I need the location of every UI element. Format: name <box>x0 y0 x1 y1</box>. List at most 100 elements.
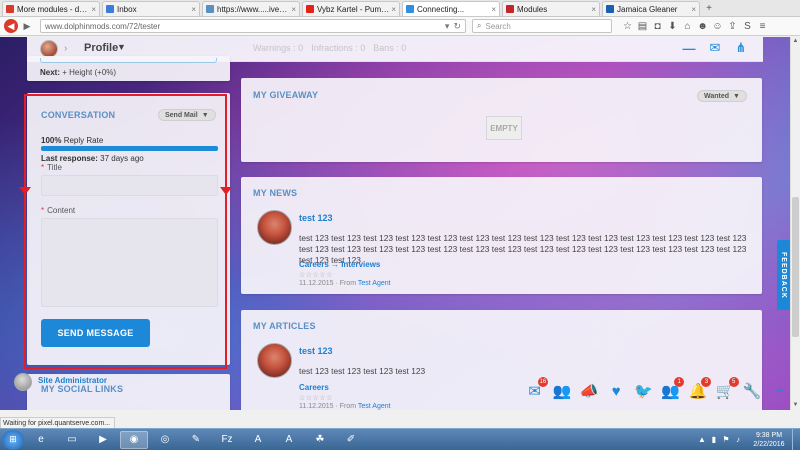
title-input[interactable] <box>41 175 218 196</box>
plus-icon[interactable]: + <box>769 380 790 402</box>
clock[interactable]: 9:38 PM 2/22/2016 <box>748 431 790 449</box>
feedback-tab[interactable]: FEEDBACK <box>777 240 790 310</box>
close-icon[interactable]: × <box>491 5 496 14</box>
cart-icon[interactable]: 🛒 5 <box>714 377 739 402</box>
news-category-link[interactable]: Careers → Interviews <box>299 260 380 269</box>
browser-tab[interactable]: Vybz Kartel - Pum Pum× <box>302 1 400 16</box>
forward-button[interactable]: ▶ <box>20 19 34 33</box>
scroll-up-icon[interactable]: ▲ <box>791 37 800 46</box>
chrome-icon[interactable]: ◎ <box>151 431 179 449</box>
megaphone-icon[interactable]: 📣 <box>578 380 599 402</box>
notepad-icon[interactable]: ✐ <box>337 431 365 449</box>
wrench-icon-glyph: 🔧 <box>742 383 762 400</box>
acrobat-icon[interactable]: A <box>244 431 272 449</box>
content-textarea[interactable] <box>41 218 218 307</box>
home-icon[interactable]: ⌂ <box>680 21 695 32</box>
conversation-card: CONVERSATION Send Mail ▼ 100% Reply Rate… <box>27 93 230 365</box>
article-author-link[interactable]: Test Agent <box>358 403 391 410</box>
send-mail-button[interactable]: Send Mail ▼ <box>158 109 216 121</box>
send-message-button[interactable]: SEND MESSAGE <box>41 319 150 347</box>
user-name[interactable]: Site Administrator <box>38 376 107 385</box>
skype-icon[interactable]: S <box>740 21 755 32</box>
reply-rate: 100% Reply Rate <box>41 136 104 145</box>
filezilla-icon[interactable]: Fz <box>213 431 241 449</box>
article-entry-title[interactable]: test 123 <box>299 346 333 356</box>
online-user[interactable]: Site Administrator <box>0 372 125 392</box>
media-icon[interactable]: ▶ <box>89 431 117 449</box>
browser-tab[interactable]: Inbox × <box>102 1 200 16</box>
dropdown-icon[interactable]: ▾ <box>445 21 450 32</box>
menu-icon[interactable]: ≡ <box>755 21 770 32</box>
profile-menu-label[interactable]: Profile <box>84 42 118 54</box>
news-title: MY NEWS <box>253 188 298 198</box>
news-rating-stars[interactable]: ☆☆☆☆☆ <box>299 271 333 279</box>
tray-network-icon[interactable]: ▮ <box>708 435 720 444</box>
emoji-icon[interactable]: ☺ <box>710 21 725 32</box>
favicon-icon <box>206 5 214 13</box>
scroll-down-icon[interactable]: ▼ <box>791 401 800 410</box>
bell-icon[interactable]: 🔔 3 <box>687 377 712 402</box>
wanted-dropdown[interactable]: Wanted ▼ <box>697 90 747 102</box>
next-level-bar <box>40 58 217 63</box>
browser-tab[interactable]: https://www.....ive_tracker× <box>202 1 300 16</box>
reading-list-icon[interactable]: ▤ <box>635 21 650 32</box>
start-button[interactable]: ⊞ <box>2 429 24 450</box>
article-category-link[interactable]: Careers <box>299 383 329 392</box>
close-icon[interactable]: × <box>691 5 696 14</box>
download-icon[interactable]: ⬇ <box>665 21 680 32</box>
browser-tab[interactable]: Modules × <box>502 1 600 16</box>
share-icon[interactable]: ⇪ <box>725 21 740 32</box>
tray-arrow-icon[interactable]: ▲ <box>696 435 708 444</box>
new-tab-button[interactable]: + <box>702 1 716 16</box>
close-icon[interactable]: × <box>591 5 596 14</box>
share-icon[interactable]: ⋔ <box>733 40 749 56</box>
megaphone-icon-glyph: 📣 <box>579 383 599 400</box>
close-icon[interactable]: × <box>91 5 96 14</box>
reload-icon[interactable]: ↻ <box>453 21 461 32</box>
paint-icon[interactable]: ✎ <box>182 431 210 449</box>
wrench-icon[interactable]: 🔧 <box>742 380 763 402</box>
reader-icon[interactable]: A <box>275 431 303 449</box>
favicon-icon <box>106 5 114 13</box>
browser-tab[interactable]: Jamaica Gleaner × <box>602 1 700 16</box>
notification-badge: 5 <box>728 377 739 387</box>
tray-flag-icon[interactable]: ⚑ <box>720 435 732 444</box>
pocket-icon[interactable]: ◘ <box>650 21 665 32</box>
browser-tab[interactable]: Connecting... × <box>402 1 500 16</box>
chat-icon[interactable]: ☻ <box>695 21 710 32</box>
address-bar[interactable]: www.dolphinmods.com/72/tester ▾ ↻ <box>40 19 466 33</box>
heart-icon-glyph: ♥ <box>611 382 621 400</box>
news-author-link[interactable]: Test Agent <box>358 280 391 287</box>
firefox-icon[interactable]: ◉ <box>120 430 148 449</box>
back-button[interactable]: ◀ <box>4 19 18 33</box>
browser-tab[interactable]: More modules - dolphi × <box>2 1 100 16</box>
group-icon[interactable]: 👥 1 <box>660 377 685 402</box>
news-thumbnail[interactable] <box>257 210 292 245</box>
article-thumbnail[interactable] <box>257 343 292 378</box>
ie-icon[interactable]: e <box>27 431 55 449</box>
search-input[interactable]: ⌕ Search <box>472 19 612 33</box>
friends-icon[interactable]: 👥 <box>551 380 572 402</box>
heart-icon[interactable]: ♥ <box>606 380 627 402</box>
close-icon[interactable]: × <box>291 5 296 14</box>
tab-title: Jamaica Gleaner <box>617 4 678 14</box>
tab-title: Vybz Kartel - Pum Pum <box>317 4 389 14</box>
chevron-down-icon[interactable]: ▼ <box>117 42 126 52</box>
frog-icon[interactable]: ☘ <box>306 431 334 449</box>
twitter-icon[interactable]: 🐦 <box>633 380 654 402</box>
page-scrollbar[interactable]: ▲ ▼ <box>790 37 800 410</box>
close-icon[interactable]: × <box>191 5 196 14</box>
user-avatar[interactable] <box>14 373 32 391</box>
show-desktop-button[interactable] <box>792 428 800 450</box>
news-entry-title[interactable]: test 123 <box>299 213 333 223</box>
close-icon[interactable]: × <box>391 5 396 14</box>
scroll-thumb[interactable] <box>792 197 799 337</box>
star-icon[interactable]: ☆ <box>620 21 635 32</box>
tray-speaker-icon[interactable]: ♪ <box>732 435 744 444</box>
browser-toolbar-icons: ☆ ▤ ◘ ⬇ ⌂ ☻ ☺ ⇪ S ≡ <box>620 21 770 32</box>
mail-icon[interactable]: ✉ <box>707 40 723 56</box>
article-rating-stars[interactable]: ☆☆☆☆☆ <box>299 394 333 402</box>
mail-icon[interactable]: ✉ 16 <box>524 377 549 402</box>
minimize-icon[interactable]: — <box>681 40 697 56</box>
folder-icon[interactable]: ▭ <box>58 431 86 449</box>
